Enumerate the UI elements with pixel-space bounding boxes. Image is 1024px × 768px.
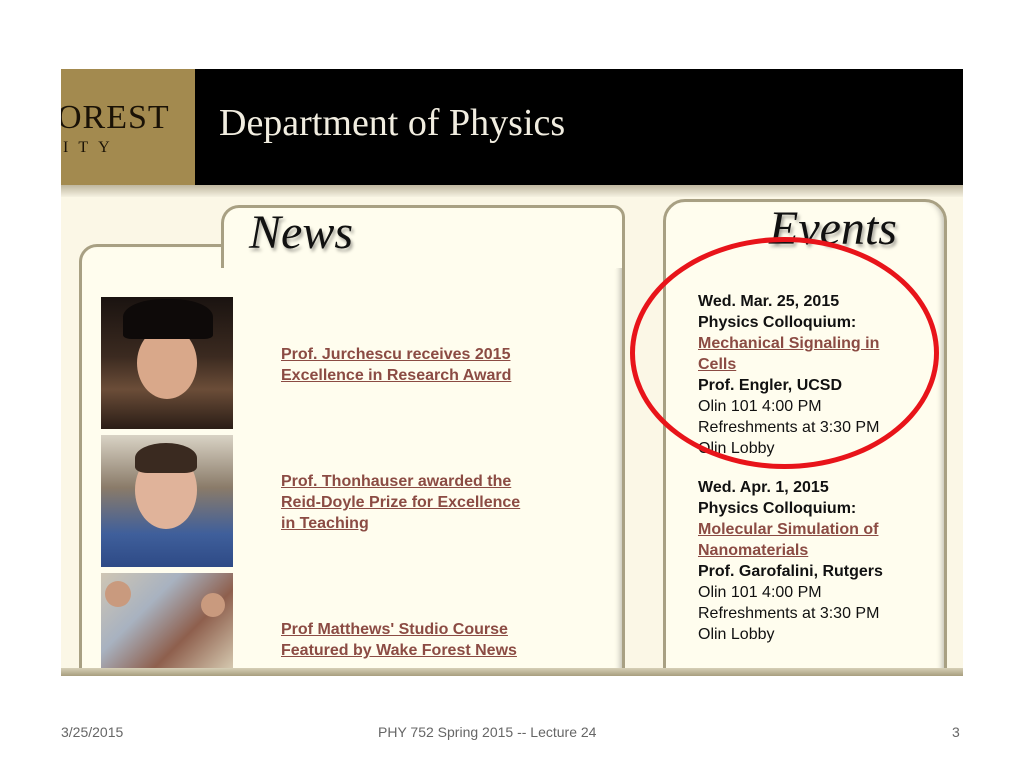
- event-type: Physics Colloquium:: [698, 500, 857, 517]
- logo-text-bottom: ITY: [63, 139, 120, 156]
- slide-footer-date: 3/25/2015: [61, 724, 124, 740]
- news-link-jurchescu[interactable]: Prof. Jurchescu receives 2015 Excellence…: [281, 344, 511, 386]
- page-bottom-border: [61, 668, 963, 676]
- event-speaker: Prof. Garofalini, Rutgers: [698, 563, 883, 580]
- event-title-line: Nanomaterials: [698, 542, 809, 559]
- news-link-line: Prof. Thonhauser awarded the: [281, 473, 512, 490]
- event-location: Olin 101 4:00 PM: [698, 584, 822, 601]
- person-figure: [105, 581, 131, 607]
- news-photo-jurchescu[interactable]: [101, 297, 233, 429]
- news-photo-thonhauser[interactable]: [101, 435, 233, 567]
- portrait-hair: [135, 443, 197, 473]
- university-logo[interactable]: OREST ITY: [61, 69, 195, 185]
- news-link-line: Prof. Jurchescu receives 2015: [281, 346, 511, 363]
- news-link-line: Featured by Wake Forest News: [281, 642, 517, 659]
- slide-footer-course: PHY 752 Spring 2015 -- Lecture 24: [378, 724, 597, 740]
- event-date: Wed. Apr. 1, 2015: [698, 479, 829, 496]
- portrait-cap: [123, 299, 213, 339]
- news-link-line: Excellence in Research Award: [281, 367, 512, 384]
- logo-text-top: OREST: [61, 99, 170, 136]
- news-link-line: Prof Matthews' Studio Course: [281, 621, 508, 638]
- news-link-line: Reid-Doyle Prize for Excellence: [281, 494, 521, 511]
- person-figure: [201, 593, 225, 617]
- news-link-thonhauser[interactable]: Prof. Thonhauser awarded the Reid-Doyle …: [281, 471, 520, 534]
- news-link-line: in Teaching: [281, 515, 369, 532]
- event-refreshments: Refreshments at 3:30 PM: [698, 605, 880, 622]
- event-refreshments-location: Olin Lobby: [698, 626, 775, 643]
- event-title-line: Molecular Simulation of: [698, 521, 879, 538]
- slide-number: 3: [952, 724, 960, 740]
- news-photo-studio-course[interactable]: [101, 573, 233, 669]
- event-title-link[interactable]: Molecular Simulation of Nanomaterials: [698, 519, 883, 561]
- header-divider: [61, 185, 963, 197]
- news-link-matthews[interactable]: Prof Matthews' Studio Course Featured by…: [281, 619, 517, 661]
- event-item: Wed. Apr. 1, 2015 Physics Colloquium: Mo…: [698, 477, 883, 645]
- site-header: OREST ITY Department of Physics: [61, 69, 963, 185]
- news-heading: News: [249, 206, 354, 259]
- department-title: Department of Physics: [219, 102, 566, 144]
- highlight-circle-annotation: [630, 237, 939, 469]
